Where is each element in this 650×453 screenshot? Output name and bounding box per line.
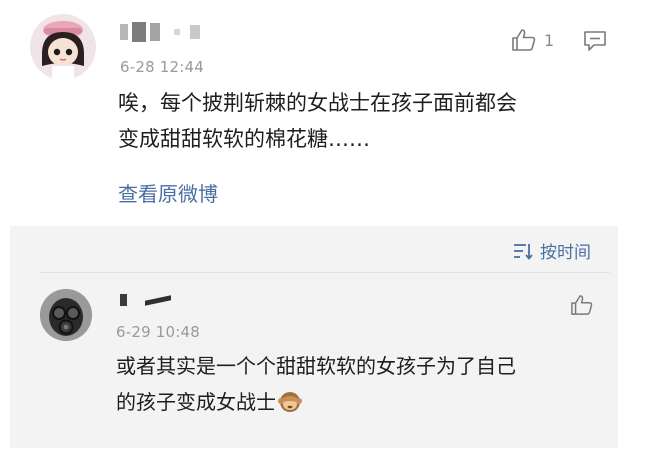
reply-name-redacted[interactable] bbox=[120, 294, 171, 306]
reply-text-line-2: 的孩子变成女战士 bbox=[116, 385, 302, 423]
gas-mask-avatar-icon bbox=[40, 289, 92, 341]
reply-like-button[interactable] bbox=[570, 294, 594, 316]
see-no-evil-monkey-icon bbox=[278, 389, 302, 423]
thumbs-up-icon bbox=[571, 295, 593, 315]
view-original-weibo-link[interactable]: 查看原微博 bbox=[118, 178, 218, 207]
comment-reply-button[interactable] bbox=[583, 30, 607, 52]
comment-icon bbox=[584, 31, 606, 51]
girl-avatar-icon bbox=[30, 14, 96, 80]
sort-by-time-button[interactable]: 按时间 bbox=[512, 238, 591, 263]
comment-text-line-1: 唉，每个披荆斩棘的女战士在孩子面前都会 bbox=[118, 91, 517, 115]
comment-like-button[interactable] bbox=[511, 28, 537, 52]
commenter-avatar[interactable] bbox=[30, 14, 96, 80]
sort-label: 按时间 bbox=[540, 243, 591, 263]
sort-icon bbox=[514, 243, 533, 260]
commenter-name-redacted[interactable] bbox=[120, 22, 200, 42]
reply-avatar[interactable] bbox=[40, 289, 92, 341]
comment-text-line-2: 变成甜甜软软的棉花糖…… bbox=[118, 127, 370, 151]
reply-text-line-2-content: 的孩子变成女战士 bbox=[116, 390, 276, 414]
reply-timestamp: 6-29 10:48 bbox=[116, 323, 201, 341]
comment-like-count: 1 bbox=[544, 31, 555, 50]
replies-divider bbox=[40, 272, 610, 273]
thumbs-up-icon bbox=[512, 29, 536, 51]
comment-timestamp: 6-28 12:44 bbox=[120, 58, 205, 76]
reply-text-line-1: 或者其实是一个个甜甜软软的女孩子为了自己 bbox=[116, 354, 516, 378]
